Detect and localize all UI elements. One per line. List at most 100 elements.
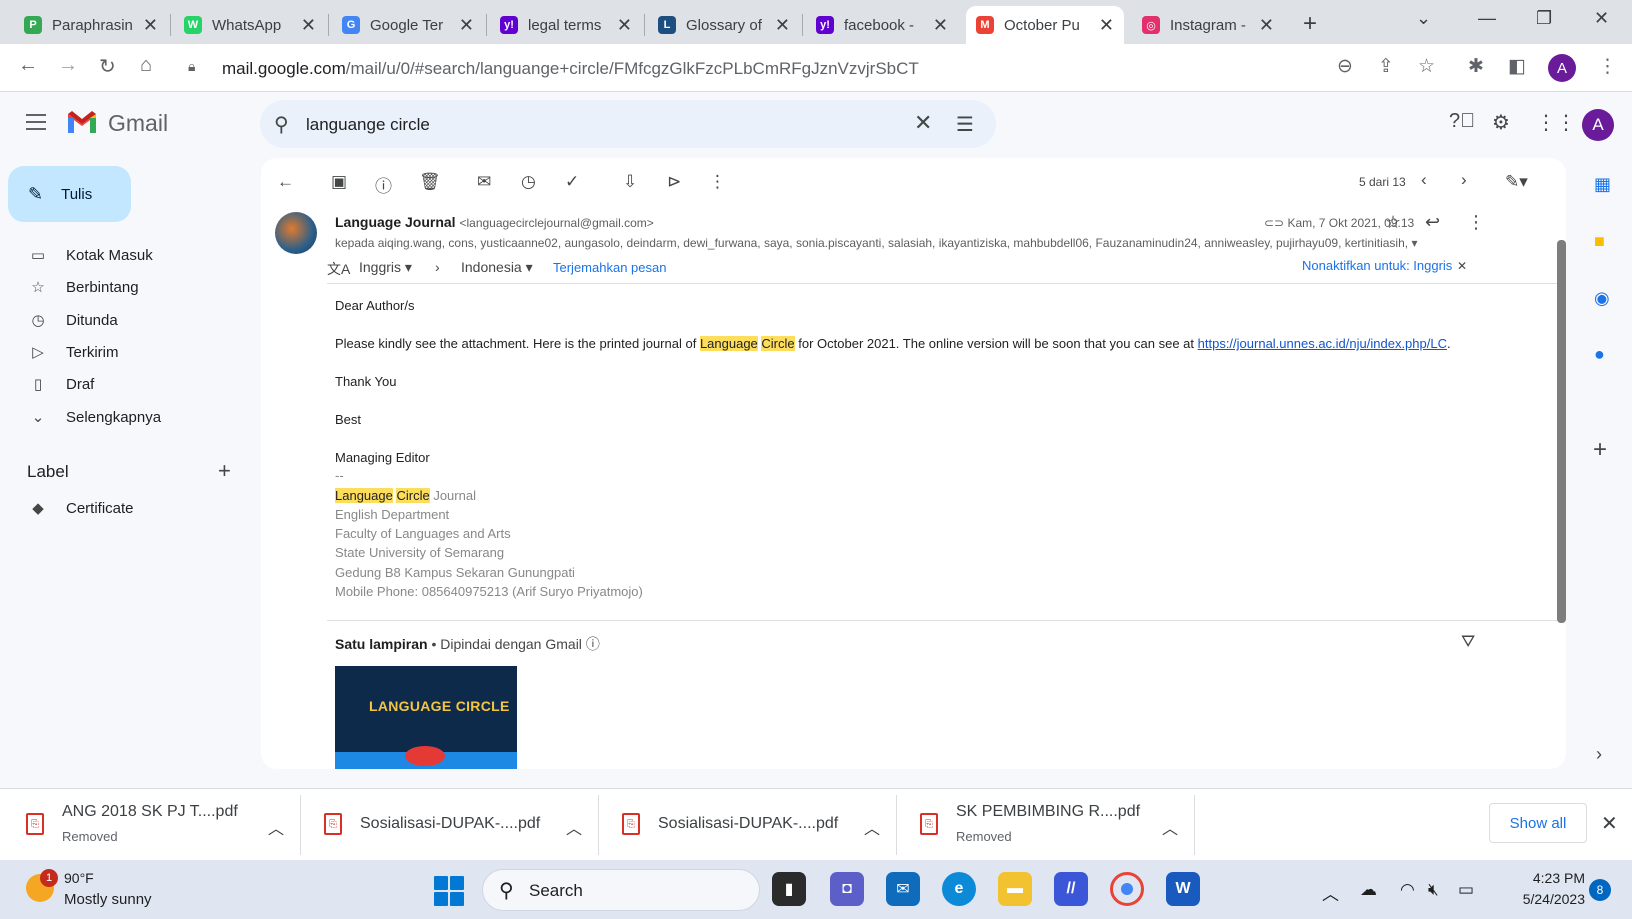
- onedrive-cloud-icon[interactable]: ☁: [1360, 880, 1377, 900]
- nav-item-drafts[interactable]: ▯ Draf: [0, 368, 240, 400]
- message-scrollbar[interactable]: [1557, 240, 1566, 623]
- previous-icon[interactable]: ‹: [1421, 170, 1427, 190]
- info-icon[interactable]: ⓘ: [586, 636, 600, 652]
- browser-profile-avatar[interactable]: A: [1548, 54, 1576, 82]
- nav-item-more[interactable]: ⌄ Selengkapnya: [0, 401, 240, 433]
- star-message-icon[interactable]: ☆: [1385, 212, 1401, 233]
- close-tab-icon[interactable]: ✕: [617, 15, 632, 36]
- address-bar[interactable]: 🔒︎ mail.google.com/mail/u/0/#search/lang…: [178, 50, 1626, 86]
- message-more-icon[interactable]: ⋮: [1467, 212, 1485, 233]
- close-tab-icon[interactable]: ✕: [143, 15, 158, 36]
- close-tab-icon[interactable]: ✕: [1099, 15, 1114, 36]
- weather-temperature[interactable]: 90°F: [64, 870, 94, 886]
- minimize-icon[interactable]: —: [1478, 8, 1496, 29]
- search-options-icon[interactable]: ☰: [956, 112, 974, 137]
- help-icon[interactable]: ?⃝: [1449, 110, 1475, 133]
- tasks-icon[interactable]: ◉: [1594, 288, 1610, 309]
- disable-translate-link[interactable]: Nonaktifkan untuk: Inggris: [1302, 258, 1452, 273]
- reload-icon[interactable]: ↻: [99, 54, 116, 79]
- source-language-select[interactable]: Inggris ▾: [359, 259, 412, 276]
- browser-tab-active[interactable]: M October Pu ✕: [966, 6, 1124, 44]
- show-hidden-icons-chevron-icon[interactable]: ︿: [1322, 880, 1339, 905]
- close-tab-icon[interactable]: ✕: [933, 15, 948, 36]
- download-item[interactable]: ⎘ ANG 2018 SK PJ T....pdf Removed ︿: [26, 789, 296, 861]
- add-task-icon[interactable]: ✓: [565, 172, 579, 192]
- next-icon[interactable]: ›: [1461, 170, 1467, 190]
- close-tab-icon[interactable]: ✕: [1259, 15, 1274, 36]
- mail-app-icon[interactable]: ✉: [886, 872, 920, 906]
- taskbar-search[interactable]: ⚲ Search: [482, 869, 760, 911]
- share-icon[interactable]: ⇪: [1378, 55, 1394, 78]
- move-to-icon[interactable]: ⇩: [623, 172, 637, 192]
- close-downloads-icon[interactable]: ✕: [1601, 811, 1618, 836]
- nav-item-sent[interactable]: ▷ Terkirim: [0, 336, 240, 368]
- attachment-thumbnail[interactable]: LANGUAGE CIRCLE: [335, 666, 517, 769]
- back-to-search-icon[interactable]: ←: [277, 172, 294, 192]
- clear-search-icon[interactable]: ✕: [914, 110, 932, 136]
- weather-description[interactable]: Mostly sunny: [64, 891, 152, 908]
- file-explorer-icon[interactable]: ▬: [998, 872, 1032, 906]
- volume-muted-icon[interactable]: 🔇︎: [1428, 880, 1439, 900]
- close-window-icon[interactable]: ✕: [1594, 8, 1609, 29]
- forward-icon[interactable]: →: [58, 54, 78, 77]
- windows-start-icon[interactable]: [434, 876, 464, 906]
- recipients-expand-icon[interactable]: ▾: [1411, 236, 1417, 250]
- notification-count-badge[interactable]: 8: [1589, 879, 1611, 901]
- tab-search-icon[interactable]: ⌄: [1416, 8, 1431, 29]
- label-item-certificate[interactable]: ◆ Certificate: [0, 492, 240, 524]
- journal-link[interactable]: https://journal.unnes.ac.id/nju/index.ph…: [1198, 336, 1447, 351]
- apps-grid-icon[interactable]: ⋮⋮: [1536, 110, 1576, 135]
- download-item[interactable]: ⎘ SK PEMBIMBING R....pdf Removed ︿: [920, 789, 1190, 861]
- translate-message-link[interactable]: Terjemahkan pesan: [553, 260, 666, 275]
- nav-item-inbox[interactable]: ▭ Kotak Masuk: [0, 239, 240, 271]
- wifi-icon[interactable]: ◠: [1400, 880, 1415, 900]
- show-all-downloads-button[interactable]: Show all: [1489, 803, 1587, 843]
- download-item[interactable]: ⎘ Sosialisasi-DUPAK-....pdf ︿: [622, 789, 892, 861]
- archive-icon[interactable]: ▣: [331, 172, 347, 192]
- save-to-drive-icon[interactable]: ⛛: [1461, 632, 1475, 652]
- word-icon[interactable]: W: [1166, 872, 1200, 906]
- browser-tab[interactable]: P Paraphrasin ✕: [14, 6, 168, 44]
- report-spam-icon[interactable]: ⓘ: [375, 172, 392, 197]
- close-tab-icon[interactable]: ✕: [775, 15, 790, 36]
- compose-button[interactable]: ✎ Tulis: [8, 166, 131, 222]
- mail-search-bar[interactable]: ⚲ languange circle ✕ ☰: [260, 100, 996, 148]
- nav-item-starred[interactable]: ☆ Berbintang: [0, 271, 240, 303]
- download-menu-chevron-icon[interactable]: ︿: [268, 815, 284, 839]
- label-as-icon[interactable]: ⊳: [667, 172, 681, 192]
- chrome-icon[interactable]: [1110, 872, 1144, 906]
- download-menu-chevron-icon[interactable]: ︿: [1162, 815, 1178, 839]
- download-item[interactable]: ⎘ Sosialisasi-DUPAK-....pdf ︿: [324, 789, 594, 861]
- snooze-icon[interactable]: ◷: [521, 172, 536, 192]
- get-addons-icon[interactable]: +: [1593, 436, 1607, 464]
- restore-icon[interactable]: ❐: [1536, 8, 1552, 29]
- extensions-icon[interactable]: ✱: [1468, 55, 1484, 78]
- add-label-icon[interactable]: +: [218, 458, 231, 484]
- bookmark-star-icon[interactable]: ☆: [1418, 55, 1435, 78]
- main-menu-icon[interactable]: [26, 114, 46, 135]
- nav-item-snoozed[interactable]: ◷ Ditunda: [0, 304, 240, 336]
- search-input[interactable]: languange circle: [306, 115, 430, 135]
- browser-menu-icon[interactable]: ⋮: [1598, 55, 1617, 78]
- app-icon[interactable]: //: [1054, 872, 1088, 906]
- search-icon[interactable]: ⚲: [274, 112, 289, 137]
- close-translate-icon[interactable]: ✕: [1457, 259, 1467, 273]
- side-panel-icon[interactable]: ◧: [1508, 55, 1526, 78]
- browser-tab[interactable]: G Google Ter ✕: [332, 6, 484, 44]
- home-icon[interactable]: ⌂: [140, 54, 152, 77]
- contacts-icon[interactable]: ●: [1594, 344, 1605, 365]
- reply-icon[interactable]: ↩: [1425, 212, 1440, 233]
- keep-icon[interactable]: ■: [1594, 231, 1605, 252]
- target-language-select[interactable]: Indonesia ▾: [461, 259, 533, 276]
- mark-unread-icon[interactable]: ✉: [477, 172, 491, 192]
- close-tab-icon[interactable]: ✕: [459, 15, 474, 36]
- download-menu-chevron-icon[interactable]: ︿: [566, 815, 582, 839]
- browser-tab[interactable]: y! legal terms ✕: [490, 6, 642, 44]
- gmail-account-avatar[interactable]: A: [1582, 109, 1614, 141]
- battery-icon[interactable]: ▭: [1458, 880, 1474, 900]
- browser-tab[interactable]: y! facebook - ✕: [806, 6, 958, 44]
- zoom-icon[interactable]: ⊖: [1337, 55, 1353, 78]
- edge-browser-icon[interactable]: e: [942, 872, 976, 906]
- browser-tab[interactable]: ◎ Instagram - ✕: [1132, 6, 1284, 44]
- browser-tab[interactable]: W WhatsApp ✕: [174, 6, 326, 44]
